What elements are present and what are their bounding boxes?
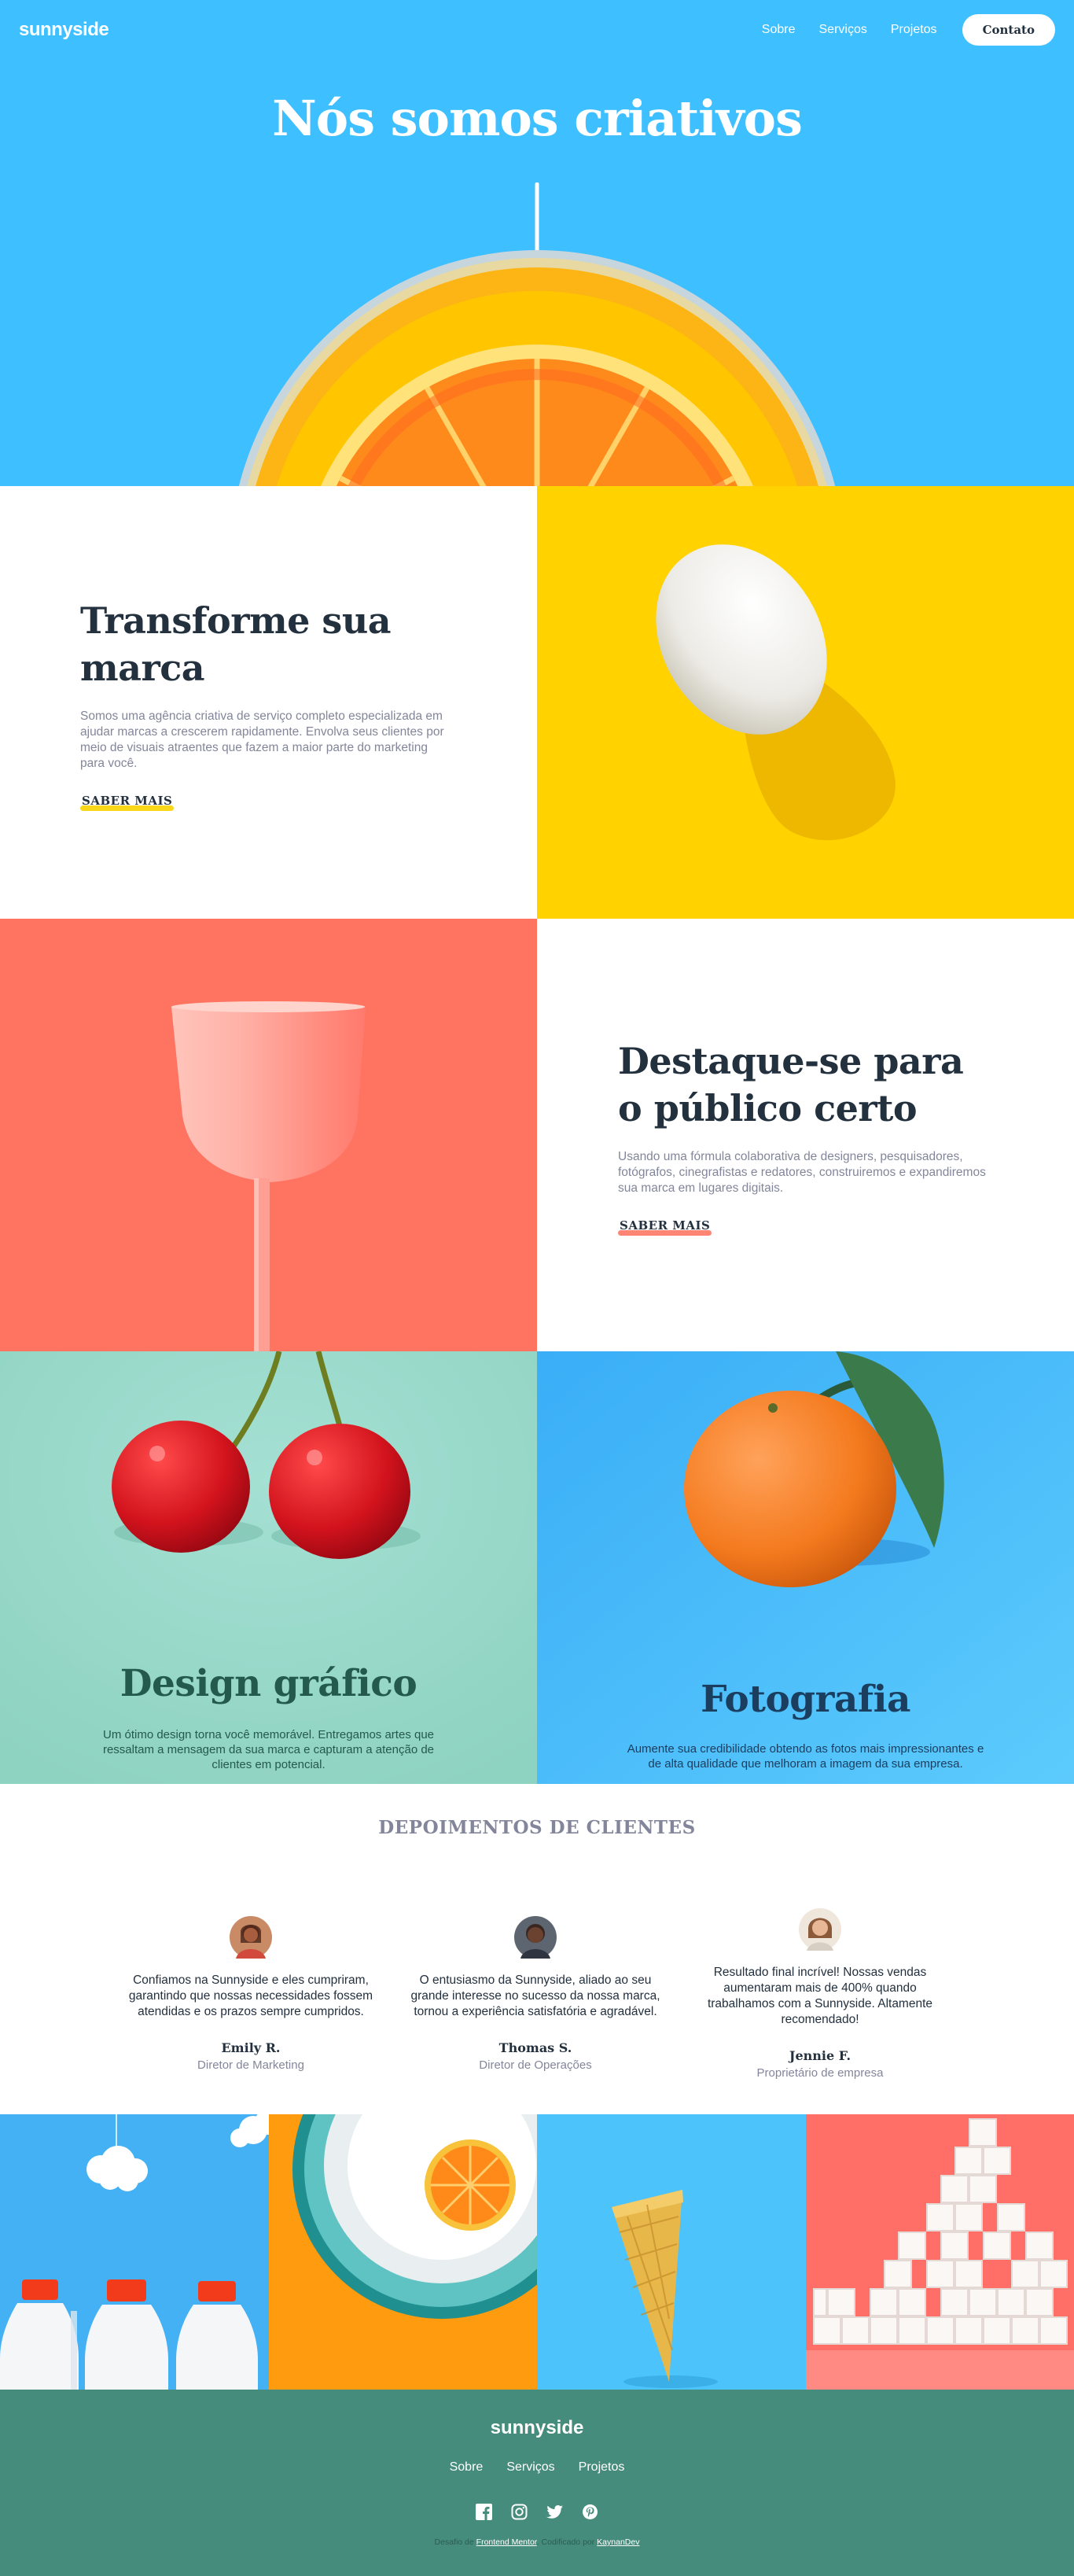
nav-link-projetos[interactable]: Projetos (891, 23, 937, 37)
feature-row-transform: Transforme sua marca Somos uma agência c… (0, 486, 1074, 919)
feature-description: Somos uma agência criativa de serviço co… (80, 709, 444, 770)
sugar-cubes-icon (805, 2114, 1074, 2390)
attribution-middle: . Codificado por (536, 2537, 595, 2547)
feature-row-standout: Destaque-se para o público certo Usando … (0, 919, 1074, 1351)
testimonial-quote: O entusiasmo da Sunnyside, aliado ao seu… (410, 1973, 660, 2018)
pinterest-icon[interactable] (582, 2504, 598, 2520)
service-description: Aumente sua credibilidade obtendo as fot… (627, 1742, 984, 1771)
testimonial-name: Jennie F. (789, 2048, 851, 2063)
main-nav: Sobre Serviços Projetos Contato (762, 14, 1055, 46)
orange-juice-image (238, 250, 836, 486)
testimonial-name: Thomas S. (498, 2040, 572, 2055)
ice-cream-cone-icon (537, 2114, 806, 2390)
social-links (0, 2504, 1074, 2520)
nav-link-sobre[interactable]: Sobre (762, 23, 796, 37)
author-link[interactable]: KaynanDev (597, 2537, 639, 2547)
footer-logo[interactable]: sunnyside (0, 2417, 1074, 2439)
service-photography: Fotografia Aumente sua credibilidade obt… (537, 1351, 1074, 1784)
avatar (230, 1916, 272, 1959)
feature-title: Transforme sua marca (80, 599, 392, 689)
testimonials-section: DEPOIMENTOS DE CLIENTES Confiamos na Sun… (0, 1784, 1074, 2114)
gallery-tile (805, 2114, 1074, 2390)
service-description: Um ótimo design torna você memorável. En… (102, 1728, 435, 1771)
testimonial-role: Proprietário de empresa (756, 2066, 884, 2080)
testimonials-heading: DEPOIMENTOS DE CLIENTES (378, 1817, 696, 1838)
learn-more-label: SABER MAIS (620, 1218, 711, 1233)
testimonial-role: Diretor de Operações (479, 2058, 592, 2072)
feature-description: Usando uma fórmula colaborativa de desig… (618, 1150, 986, 1195)
testimonial-card: Resultado final incrível! Nossas vendas … (690, 1908, 950, 2080)
glass-image (0, 919, 537, 1351)
learn-more-label: SABER MAIS (82, 794, 173, 808)
footer-link-projetos[interactable]: Projetos (579, 2460, 625, 2475)
egg-icon (656, 544, 896, 841)
hero-section: sunnyside Sobre Serviços Projetos Contat… (0, 0, 1074, 486)
facebook-icon[interactable] (476, 2504, 492, 2520)
gallery-tile (268, 2114, 537, 2390)
instagram-icon[interactable] (511, 2504, 528, 2520)
image-gallery (0, 2114, 1074, 2390)
avatar (799, 1908, 841, 1951)
contact-button[interactable]: Contato (962, 14, 1055, 46)
feature-text-block: Transforme sua marca Somos uma agência c… (0, 486, 537, 919)
testimonial-card: Confiamos na Sunnyside e eles cumpriram,… (121, 1916, 381, 2072)
testimonial-card: O entusiasmo da Sunnyside, aliado ao seu… (406, 1916, 665, 2072)
milk-bottles-icon (0, 2114, 269, 2390)
attribution-prefix: Desafio de (434, 2537, 474, 2547)
site-logo[interactable]: sunnyside (19, 19, 109, 41)
testimonial-name: Emily R. (221, 2040, 281, 2055)
footer-link-sobre[interactable]: Sobre (450, 2460, 484, 2475)
egg-image (537, 486, 1074, 919)
service-graphic-design: Design gráfico Um ótimo design torna voc… (0, 1351, 537, 1784)
avatar (514, 1916, 557, 1959)
orange-on-plate-icon (268, 2114, 537, 2390)
cherries-icon (0, 1351, 537, 1784)
attribution: Desafio de Frontend Mentor. Codificado p… (0, 2537, 1074, 2547)
hero-title: Nós somos criativos (272, 90, 803, 147)
nav-link-servicos[interactable]: Serviços (819, 23, 867, 37)
service-title: Design gráfico (120, 1662, 417, 1705)
footer-nav: Sobre Serviços Projetos (0, 2460, 1074, 2475)
top-navigation: sunnyside Sobre Serviços Projetos Contat… (0, 0, 1074, 60)
testimonial-quote: Confiamos na Sunnyside e eles cumpriram,… (128, 1973, 373, 2018)
learn-more-link[interactable]: SABER MAIS (80, 794, 175, 811)
testimonial-role: Diretor de Marketing (197, 2058, 304, 2072)
twitter-icon[interactable] (546, 2504, 563, 2520)
service-title: Fotografia (701, 1678, 910, 1721)
testimonial-quote: Resultado final incrível! Nossas vendas … (707, 1966, 933, 2026)
site-footer: sunnyside Sobre Serviços Projetos Desafi… (0, 2390, 1074, 2576)
gallery-tile (0, 2114, 269, 2390)
glass-icon (171, 1001, 366, 1351)
services-section: Design gráfico Um ótimo design torna voc… (0, 1351, 1074, 1784)
feature-title: Destaque-se para o público certo (618, 1040, 964, 1130)
footer-link-servicos[interactable]: Serviços (506, 2460, 554, 2475)
gallery-tile (537, 2114, 806, 2390)
frontend-mentor-link[interactable]: Frontend Mentor (476, 2537, 537, 2547)
feature-text-block: Destaque-se para o público certo Usando … (537, 919, 1074, 1351)
learn-more-link[interactable]: SABER MAIS (618, 1218, 712, 1236)
